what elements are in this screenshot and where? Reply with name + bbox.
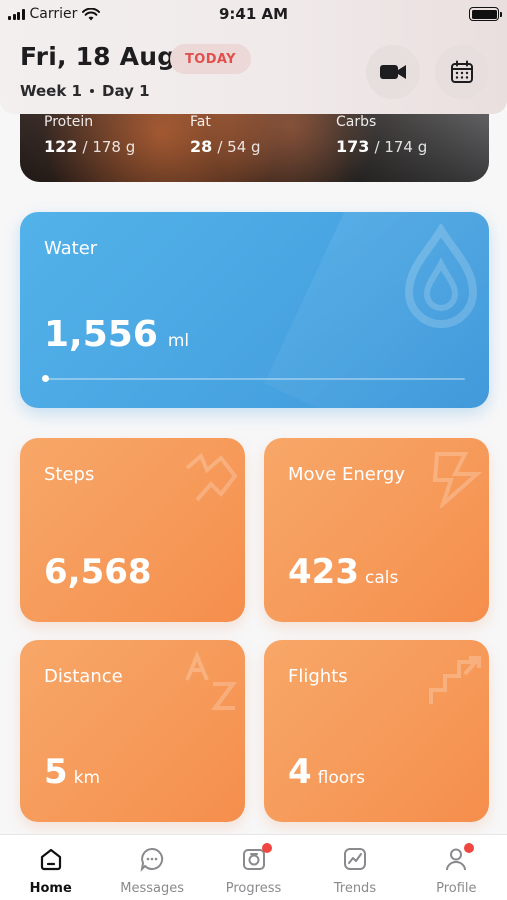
today-button[interactable]: TODAY [170,44,251,74]
calendar-icon [451,60,473,83]
stairs-icon [429,656,481,704]
macro-value: 122 [44,137,78,156]
move-energy-amount: 423 cals [288,552,398,592]
macro-amount: 122 / 178 g [44,137,135,156]
tab-label: Profile [436,881,477,896]
macro-label: Carbs [336,114,377,130]
notification-badge [464,843,475,853]
water-unit: ml [167,331,190,351]
wifi-icon [82,7,101,20]
macro-value: 28 [190,137,213,156]
water-drop-icon [404,224,478,328]
distance-amount: 5 km [44,752,100,792]
macro-label: Fat [190,114,211,130]
tab-trends[interactable]: Trends [304,835,405,900]
water-title: Water [44,238,98,259]
week-day-label: Week 1 Day 1 [20,82,150,100]
chat-bubble-icon [138,845,166,873]
water-amount: 1,556 ml [44,314,189,355]
distance-unit: km [73,768,101,788]
carrier-label: Carrier [29,6,78,22]
steps-deco-icon [185,452,238,502]
steps-value: 6,568 [44,552,152,592]
steps-card[interactable]: Steps 6,568 [20,438,245,622]
status-bar: Carrier 9:41 AM [0,0,507,28]
home-icon [37,845,65,873]
battery-icon [469,7,502,21]
tab-profile[interactable]: Profile [406,835,507,900]
move-energy-unit: cals [364,568,399,588]
tab-label: Messages [120,881,184,896]
macro-total: / 54 g [217,138,261,156]
tab-label: Progress [225,881,282,896]
video-camera-icon [380,65,406,79]
lightning-icon [432,452,483,508]
macro-total: / 174 g [374,138,428,156]
week-label: Week 1 [20,82,82,100]
flights-amount: 4 floors [288,752,365,792]
notification-badge [261,843,272,853]
flights-value: 4 [288,752,312,792]
distance-deco-icon [185,650,237,710]
header: Carrier 9:41 AM Fri, 18 Aug TODAY Week 1… [0,0,507,114]
flights-card[interactable]: Flights 4 floors [264,640,489,822]
macro-label: Protein [44,114,94,130]
macro-amount: 28 / 54 g [190,137,261,156]
flights-title: Flights [288,666,348,687]
camera-icon [240,843,272,873]
steps-title: Steps [44,464,95,485]
trend-chart-icon [341,845,369,873]
move-energy-value: 423 [288,552,359,592]
tab-label: Trends [333,881,377,896]
person-icon [442,843,475,873]
move-energy-card[interactable]: Move Energy 423 cals [264,438,489,622]
macro-amount: 173 / 174 g [336,137,427,156]
macro-total: / 178 g [82,138,136,156]
tab-bar: Home Messages Progress Trends Profile [0,834,507,900]
signal-icon [8,8,25,20]
distance-value: 5 [44,752,68,792]
tab-messages[interactable]: Messages [101,835,202,900]
water-progress-marker [42,375,49,382]
page-title[interactable]: Fri, 18 Aug [20,42,175,71]
separator-dot [90,89,94,93]
distance-card[interactable]: Distance 5 km [20,640,245,822]
distance-title: Distance [44,666,123,687]
water-value: 1,556 [44,314,158,355]
tab-progress[interactable]: Progress [203,835,304,900]
calendar-button[interactable] [435,45,489,99]
macro-value: 173 [336,137,370,156]
tab-home[interactable]: Home [0,835,101,900]
flights-unit: floors [317,768,366,788]
water-progress-track [42,375,465,382]
move-energy-title: Move Energy [288,464,406,485]
tab-label: Home [29,881,72,896]
status-left: Carrier [8,6,101,22]
video-button[interactable] [366,45,420,99]
day-label: Day 1 [102,82,150,100]
water-card[interactable]: Water 1,556 ml [20,212,489,408]
steps-amount: 6,568 [44,552,152,592]
